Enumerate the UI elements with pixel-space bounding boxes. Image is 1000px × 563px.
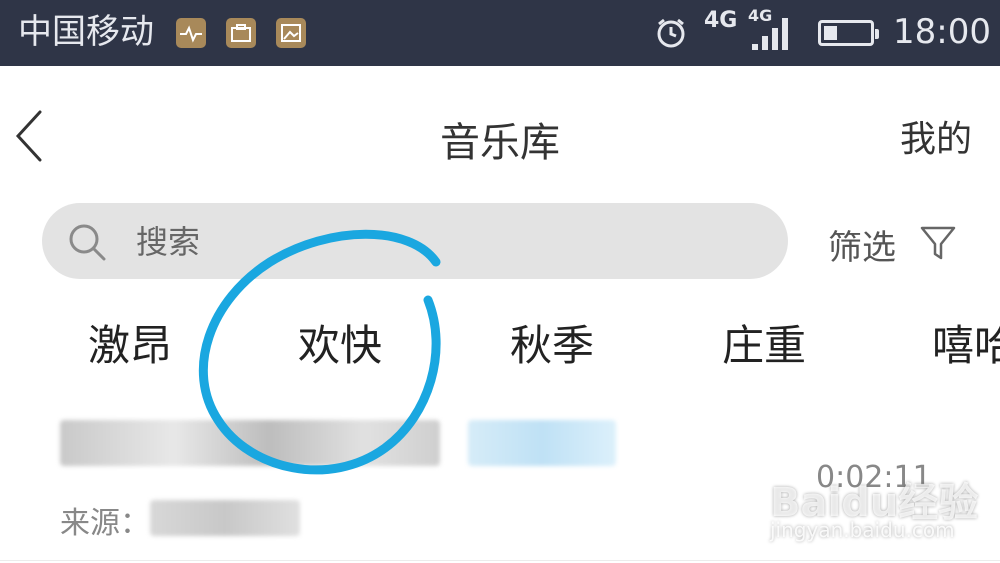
app-header: 音乐库 我的 <box>0 66 1000 200</box>
tag-item[interactable]: 嘻哈 <box>932 312 1000 373</box>
gallery-app-icon <box>276 18 306 48</box>
tag-item[interactable]: 秋季 <box>510 312 594 373</box>
song-source-label: 来源： <box>60 506 150 541</box>
carrier-name: 中国移动 <box>18 12 154 52</box>
search-icon <box>69 224 106 261</box>
toolbox-app-icon <box>226 18 256 48</box>
filter-funnel-icon[interactable] <box>918 222 958 262</box>
network-type-primary: 4G <box>704 8 738 33</box>
filter-button[interactable]: 筛选 <box>828 220 896 269</box>
page-title: 音乐库 <box>440 120 560 166</box>
list-divider <box>0 560 1000 561</box>
alarm-clock-icon <box>657 18 685 48</box>
my-music-link[interactable]: 我的 <box>900 110 972 162</box>
status-bar: 中国移动 4G 4G 18:00 <box>0 0 1000 66</box>
song-title-blurred <box>60 420 440 466</box>
song-tag-blurred <box>468 420 616 466</box>
tag-item[interactable]: 欢快 <box>298 312 382 373</box>
tag-item[interactable]: 庄重 <box>722 312 806 373</box>
source-name-blurred <box>150 500 300 536</box>
battery-level-fill <box>824 26 837 40</box>
battery-icon <box>818 20 879 46</box>
status-time: 18:00 <box>893 12 991 52</box>
search-bar[interactable] <box>42 203 788 279</box>
health-app-icon <box>176 18 206 48</box>
search-input[interactable] <box>134 217 738 267</box>
signal-strength-icon <box>752 18 788 50</box>
mood-tag-bar: 激昂 欢快 秋季 庄重 嘻哈 <box>0 312 1000 382</box>
baidu-watermark-url: jingyan.baidu.com <box>770 518 955 542</box>
tag-item[interactable]: 激昂 <box>88 312 172 373</box>
